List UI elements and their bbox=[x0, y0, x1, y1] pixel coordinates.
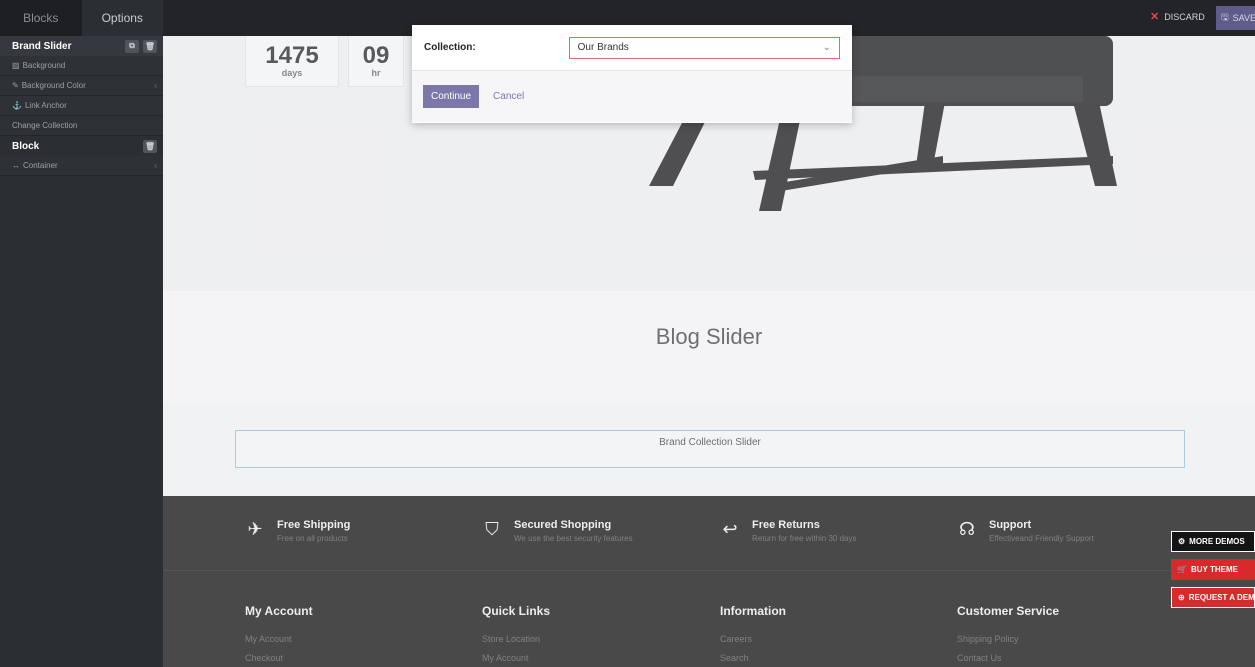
block-actions: ⧉ 🗑 bbox=[125, 39, 157, 53]
paint-brush-icon: ✎ bbox=[12, 81, 19, 90]
sidebar-item-change-collection[interactable]: Change Collection bbox=[0, 116, 163, 136]
tab-blocks[interactable]: Blocks bbox=[0, 0, 82, 36]
buy-theme-button[interactable]: 🛒 BUY THEME bbox=[1171, 559, 1255, 580]
chevron-left-icon: ‹ bbox=[154, 81, 157, 90]
trash-icon[interactable]: 🗑 bbox=[143, 139, 157, 153]
floppy-disk-icon: 🖫 bbox=[1221, 12, 1229, 22]
brand-slider-title: Brand Slider bbox=[12, 40, 72, 52]
sidebar-item-label: Container bbox=[23, 161, 58, 170]
editor-tabs: Blocks Options bbox=[0, 0, 163, 36]
sidebar-item-label: Background bbox=[22, 61, 66, 70]
collection-field-row: Collection: Our Brands ⌄ bbox=[412, 25, 852, 71]
page-root: Blocks Options ✕ DISCARD 🖫 SAVE Brand Sl… bbox=[0, 0, 1255, 667]
collection-select-value: Our Brands bbox=[577, 42, 629, 53]
sidebar-item-label: Link Anchor bbox=[24, 101, 67, 110]
anchor-icon: ⚓ bbox=[12, 101, 22, 110]
collection-select[interactable]: Our Brands ⌄ bbox=[568, 36, 840, 59]
sidebar-item-label: Background Color bbox=[21, 81, 86, 90]
close-icon: ✕ bbox=[1150, 11, 1160, 23]
more-demos-label: MORE DEMOS bbox=[1189, 537, 1245, 546]
life-ring-icon: ⊕ bbox=[1178, 593, 1185, 602]
sidebar-item-background[interactable]: ▨ Background bbox=[0, 56, 163, 76]
cancel-button[interactable]: Cancel bbox=[493, 91, 524, 102]
cart-icon: 🛒 bbox=[1177, 565, 1187, 574]
gear-icon: ⚙ bbox=[1178, 537, 1186, 546]
brand-slider-header: Brand Slider ⧉ 🗑 bbox=[0, 36, 163, 56]
clone-icon[interactable]: ⧉ bbox=[125, 39, 139, 53]
block-header: Block 🗑 bbox=[0, 136, 163, 156]
sidebar-item-container[interactable]: ↔ Container ‹ bbox=[0, 156, 163, 176]
editor-sidebar: Brand Slider ⧉ 🗑 ▨ Background ✎ Background… bbox=[0, 36, 163, 667]
discard-label: DISCARD bbox=[1164, 11, 1205, 22]
sidebar-item-link-anchor[interactable]: ⚓ Link Anchor bbox=[0, 96, 163, 116]
sidebar-item-background-color[interactable]: ✎ Background Color ‹ bbox=[0, 76, 163, 96]
trash-icon[interactable]: 🗑 bbox=[143, 39, 157, 53]
more-demos-button[interactable]: ⚙ MORE DEMOS bbox=[1171, 531, 1255, 552]
buy-theme-label: BUY THEME bbox=[1190, 565, 1238, 574]
modal-backdrop[interactable] bbox=[163, 36, 1255, 667]
chevron-left-icon: ‹ bbox=[154, 161, 157, 170]
save-label: SAVE bbox=[1232, 13, 1255, 23]
tab-options[interactable]: Options bbox=[81, 0, 163, 36]
request-demo-label: REQUEST A DEMO bbox=[1188, 593, 1255, 602]
request-demo-button[interactable]: ⊕ REQUEST A DEMO bbox=[1171, 587, 1255, 608]
chevron-down-icon: ⌄ bbox=[822, 42, 831, 53]
continue-button[interactable]: Continue bbox=[423, 85, 480, 108]
discard-button[interactable]: ✕ DISCARD bbox=[1150, 10, 1205, 23]
sidebar-item-label: Change Collection bbox=[12, 121, 78, 130]
collection-dialog: Collection: Our Brands ⌄ Continue Cancel bbox=[412, 25, 852, 123]
horizontal-arrows-icon: ↔ bbox=[12, 161, 20, 170]
block-title: Block bbox=[12, 140, 40, 152]
dialog-footer: Continue Cancel bbox=[412, 71, 852, 122]
save-button[interactable]: 🖫 SAVE bbox=[1216, 6, 1255, 30]
image-icon: ▨ bbox=[12, 61, 20, 70]
collection-label: Collection: bbox=[424, 42, 476, 53]
